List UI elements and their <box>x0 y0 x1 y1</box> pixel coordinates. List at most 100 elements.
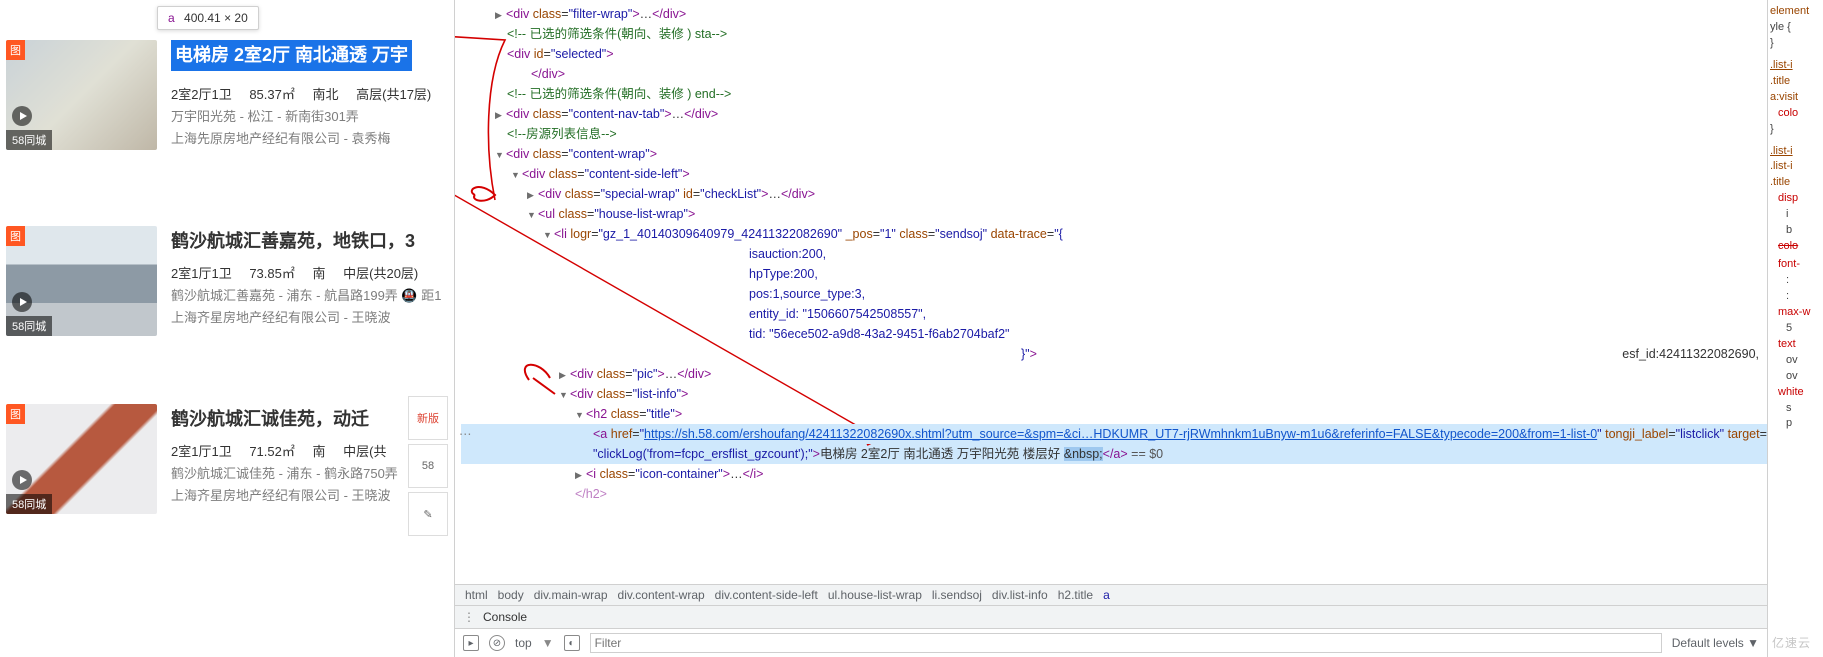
listing-info: 电梯房 2室2厅 南北通透 万宇 2室2厅1卫 85.37㎡ 南北 高层(共17… <box>171 40 448 150</box>
log-levels-selector[interactable]: Default levels ▼ <box>1672 636 1759 650</box>
style-rule: yle { <box>1770 20 1821 36</box>
style-rule: } <box>1770 36 1821 52</box>
tooltip-dims: 400.41 × 20 <box>184 11 248 25</box>
anchor-text: 电梯房 2室2厅 南北通透 万宇阳光苑 楼层好 <box>820 447 1064 461</box>
devtools-pane: <div class="filter-wrap">…</div> <!-- 已选… <box>454 0 1767 657</box>
crumb-item[interactable]: body <box>498 588 524 602</box>
eye-icon[interactable]: ◐ <box>564 635 580 651</box>
style-rule: p <box>1770 416 1821 432</box>
style-rule: .list-i <box>1770 159 1821 175</box>
code-line: isauction:200, <box>749 247 826 261</box>
crumb-item[interactable]: html <box>465 588 488 602</box>
style-rule: element <box>1770 4 1821 20</box>
console-label: Console <box>483 610 527 624</box>
listing[interactable]: 图 58同城 电梯房 2室2厅 南北通透 万宇 2室2厅1卫 85.37㎡ 南北… <box>0 34 454 160</box>
thumb-source-badge: 58同城 <box>6 130 52 150</box>
style-rule: 5 <box>1770 321 1821 337</box>
style-rule: s <box>1770 401 1821 417</box>
listing-info: 鹤沙航城汇善嘉苑，地铁口，3 2室1厅1卫 73.85㎡ 南 中层(共20层) … <box>171 226 448 336</box>
style-rule: .list-i <box>1770 144 1821 160</box>
listing-agency: 上海先原房地产经纪有限公司 - 袁秀梅 <box>171 128 448 150</box>
listing-spec: 2室2厅1卫 85.37㎡ 南北 高层(共17层) <box>171 84 448 106</box>
clear-console-icon[interactable]: ⊘ <box>489 635 505 651</box>
spec-area: 85.37㎡ <box>249 87 295 102</box>
spec-floor: 中层(共 <box>343 444 386 459</box>
listing-address: 鹤沙航城汇善嘉苑 - 浦东 - 航昌路199弄 🚇 距1 <box>171 285 448 307</box>
tooltip-tag: a <box>168 11 175 25</box>
style-rule: b <box>1770 223 1821 239</box>
float-58-icon[interactable]: 58 <box>408 444 448 488</box>
nbsp-entity: &nbsp; <box>1064 447 1103 461</box>
crumb-item[interactable]: div.content-wrap <box>618 588 705 602</box>
crumb-item[interactable]: ul.house-list-wrap <box>828 588 922 602</box>
listing-thumbnail[interactable]: 图 58同城 <box>6 226 157 336</box>
crumb-item[interactable]: h2.title <box>1058 588 1093 602</box>
listing-address: 万宇阳光苑 - 松江 - 新南街301弄 <box>171 106 448 128</box>
listing[interactable]: 图 58同城 鹤沙航城汇诚佳苑，动迁 2室1厅1卫 71.52㎡ 南 中层(共 … <box>0 398 454 524</box>
code-line: tid: "56ece502-a9d8-43a2-9451-f6ab2704ba… <box>749 327 1009 341</box>
listing-thumbnail[interactable]: 图 58同城 <box>6 40 157 150</box>
listing-spec: 2室1厅1卫 71.52㎡ 南 中层(共 <box>171 441 448 463</box>
style-rule: colo <box>1770 106 1821 122</box>
spec-rooms: 2室1厅1卫 <box>171 266 232 281</box>
spec-rooms: 2室1厅1卫 <box>171 444 232 459</box>
thumb-tag-icon: 图 <box>6 404 25 424</box>
html-comment: <!-- 已选的筛选条件(朝向、装修 ) sta--> <box>507 27 727 41</box>
float-new-version[interactable]: 新版 <box>408 396 448 440</box>
toggle-drawer-icon[interactable]: ▸ <box>463 635 479 651</box>
code-line: pos:1,source_type:3, <box>749 287 865 301</box>
play-icon[interactable] <box>12 470 32 490</box>
style-rule: : <box>1770 273 1821 289</box>
listing-agency: 上海齐星房地产经纪有限公司 - 王晓波 <box>171 307 448 329</box>
listing-agency: 上海齐星房地产经纪有限公司 - 王晓波 <box>171 485 448 507</box>
listing-address: 鹤沙航城汇诚佳苑 - 浦东 - 鹤永路750弄 <box>171 463 448 485</box>
spec-area: 71.52㎡ <box>249 444 295 459</box>
filter-input[interactable] <box>590 633 1662 653</box>
dollar-zero: == $0 <box>1128 447 1163 461</box>
context-selector[interactable]: top <box>515 636 532 650</box>
style-rule: i <box>1770 207 1821 223</box>
listing-title[interactable]: 鹤沙航城汇善嘉苑，地铁口，3 <box>171 226 448 257</box>
breadcrumb[interactable]: html body div.main-wrap div.content-wrap… <box>455 584 1767 605</box>
styles-panel[interactable]: element yle { } .list-i .title a:visit c… <box>1767 0 1823 657</box>
anchor-href[interactable]: https://sh.58.com/ershoufang/42411322082… <box>644 427 1597 441</box>
elements-panel[interactable]: <div class="filter-wrap">…</div> <!-- 已选… <box>455 0 1767 584</box>
console-toolbar: ▸ ⊘ top▼ ◐ Default levels ▼ 亿速云 <box>455 628 1767 657</box>
crumb-item[interactable]: div.content-side-left <box>715 588 818 602</box>
style-rule: colo <box>1770 239 1821 255</box>
style-rule: text <box>1770 337 1821 353</box>
crumb-item[interactable]: a <box>1103 588 1110 602</box>
float-edit-icon[interactable]: ✎ <box>408 492 448 536</box>
webpage-pane: a 400.41 × 20 图 58同城 电梯房 2室2厅 南北通透 万宇 2室… <box>0 0 454 657</box>
style-rule: .list-i <box>1770 58 1821 74</box>
listing-title[interactable]: 鹤沙航城汇诚佳苑，动迁 <box>171 404 448 435</box>
element-tooltip: a 400.41 × 20 <box>157 6 259 30</box>
html-comment: <!-- 已选的筛选条件(朝向、装修 ) end--> <box>507 87 731 101</box>
crumb-item[interactable]: li.sendsoj <box>932 588 982 602</box>
crumb-item[interactable]: div.main-wrap <box>534 588 608 602</box>
code-line: hpType:200, <box>749 267 818 281</box>
style-rule: ov <box>1770 369 1821 385</box>
play-icon[interactable] <box>12 292 32 312</box>
play-icon[interactable] <box>12 106 32 126</box>
code-line: entity_id: "1506607542508557", <box>749 307 926 321</box>
style-rule: } <box>1770 122 1821 138</box>
spec-face: 南 <box>313 444 326 459</box>
spec-floor: 高层(共17层) <box>356 87 431 102</box>
style-rule: white <box>1770 385 1821 401</box>
thumb-tag-icon: 图 <box>6 226 25 246</box>
style-rule: a:visit <box>1770 90 1821 106</box>
listing-title[interactable]: 电梯房 2室2厅 南北通透 万宇 <box>171 40 412 71</box>
listing-thumbnail[interactable]: 图 58同城 <box>6 404 157 514</box>
selected-dom-node[interactable]: ⋯ <a href="https://sh.58.com/ershoufang/… <box>461 424 1767 444</box>
style-rule: .title <box>1770 175 1821 191</box>
crumb-item[interactable]: div.list-info <box>992 588 1048 602</box>
watermark: 亿速云 <box>1772 634 1811 651</box>
style-rule: ov <box>1770 353 1821 369</box>
spec-floor: 中层(共20层) <box>343 266 418 281</box>
console-header[interactable]: ⋮ Console <box>455 605 1767 628</box>
thumb-source-badge: 58同城 <box>6 316 52 336</box>
style-rule: : <box>1770 289 1821 305</box>
listing[interactable]: 图 58同城 鹤沙航城汇善嘉苑，地铁口，3 2室1厅1卫 73.85㎡ 南 中层… <box>0 220 454 346</box>
thumb-source-badge: 58同城 <box>6 494 52 514</box>
